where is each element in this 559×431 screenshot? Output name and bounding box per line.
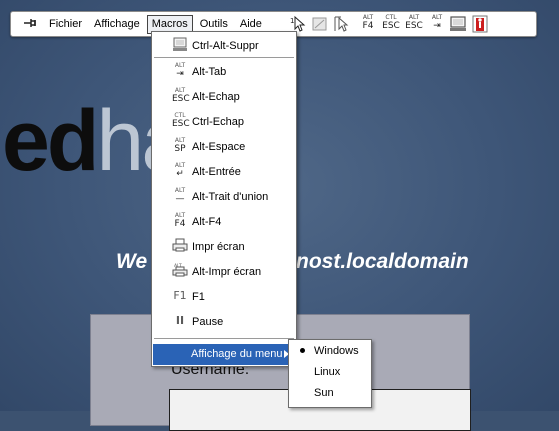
menu-item-alt-espace[interactable]: ALT SP Alt-Espace: [152, 135, 296, 157]
menu-item-f1[interactable]: F1 F1: [152, 285, 296, 307]
selected-dot-icon: [300, 348, 305, 353]
pointer-frame-icon[interactable]: [333, 14, 351, 34]
submenu-item-label: Windows: [314, 345, 359, 357]
key-bottom: —: [175, 194, 185, 204]
brand-bold: ed: [2, 93, 99, 189]
menu-item-alt-f4[interactable]: ALT F4 Alt-F4: [152, 210, 296, 232]
alt-tab-key-icon: ALT ⇥: [172, 62, 188, 80]
f1-key-icon: F1: [173, 289, 187, 302]
alt-esc-key-icon: ALT ESC: [172, 87, 190, 105]
alt-tab-top: ALT: [431, 14, 443, 21]
ctl-esc-key-icon: CTL ESC: [172, 112, 190, 130]
key-bottom: F4: [174, 219, 186, 229]
submenu-item-windows[interactable]: Windows: [289, 342, 371, 362]
macros-dropdown-menu: Ctrl-Alt-Suppr ALT ⇥ Alt-Tab ALT ESC Alt-E…: [151, 31, 297, 367]
menu-item-alt-entree[interactable]: ALT ↵ Alt-Entrée: [152, 160, 296, 182]
alt-esc-key-icon[interactable]: ALT ESC: [405, 14, 423, 34]
menu-style-submenu: Windows Linux Sun: [288, 339, 372, 408]
menu-item-label: Alt-Impr écran: [192, 266, 262, 278]
menu-item-label: Alt-Trait d'union: [192, 191, 269, 203]
menu-item-label: Alt-Entrée: [192, 166, 241, 178]
key-bottom: ⇥: [176, 69, 184, 79]
ctl-esc-bottom: ESC: [382, 21, 400, 31]
menu-item-alt-tab[interactable]: ALT ⇥ Alt-Tab: [152, 60, 296, 82]
svg-text:1: 1: [290, 17, 294, 25]
menu-item-label: Ctrl-Echap: [192, 116, 244, 128]
key-bottom: ESC: [172, 94, 190, 104]
key-bottom: ↵: [176, 169, 184, 179]
alt-f4-key-icon: ALT F4: [172, 212, 188, 230]
pause-icon: II: [175, 314, 185, 327]
key-top: ALT: [174, 87, 186, 94]
menu-separator: [154, 57, 294, 59]
key-top: CTL: [174, 112, 186, 119]
menu-affichage[interactable]: Affichage: [89, 15, 145, 34]
alt-esc-top: ALT: [408, 14, 420, 21]
submenu-item-sun[interactable]: Sun: [289, 384, 371, 404]
printer-alt-icon: ALT: [172, 262, 188, 280]
menu-item-label: Alt-Echap: [192, 91, 240, 103]
ctl-esc-key-icon[interactable]: CTL ESC: [382, 14, 400, 34]
printer-icon: [172, 237, 188, 255]
keyboard-icon: [172, 36, 188, 54]
menu-item-label: Alt-Espace: [192, 141, 246, 153]
scale-view-icon[interactable]: [311, 14, 329, 34]
menu-item-label: F1: [192, 291, 205, 303]
key-top: ALT: [174, 137, 186, 144]
menu-item-ctrl-echap[interactable]: CTL ESC Ctrl-Echap: [152, 110, 296, 132]
menu-fichier[interactable]: Fichier: [44, 15, 87, 34]
keyboard-icon[interactable]: [449, 14, 467, 34]
welcome-left: We: [116, 250, 148, 273]
alt-hyphen-key-icon: ALT —: [172, 187, 188, 205]
alt-f4-top: ALT: [362, 14, 374, 21]
submenu-item-label: Sun: [314, 387, 334, 399]
menu-item-pause[interactable]: II Pause: [152, 310, 296, 332]
key-top: ALT: [174, 162, 186, 169]
alt-esc-bottom: ESC: [405, 21, 423, 31]
menu-item-label: Alt-Tab: [192, 66, 227, 78]
ctl-esc-top: CTL: [385, 14, 397, 21]
menu-item-label: Alt-F4: [192, 216, 222, 228]
menu-item-label: Pause: [192, 316, 224, 328]
alt-enter-key-icon: ALT ↵: [172, 162, 188, 180]
menu-item-alt-echap[interactable]: ALT ESC Alt-Echap: [152, 85, 296, 107]
key-bottom: SP: [174, 144, 186, 154]
alt-space-key-icon: ALT SP: [172, 137, 188, 155]
menu-item-alt-impr-ecran[interactable]: ALT Alt-Impr écran: [152, 260, 296, 282]
key-top: ALT: [174, 212, 186, 219]
menu-item-impr-ecran[interactable]: Impr écran: [152, 235, 296, 257]
menu-item-ctrl-alt-suppr[interactable]: Ctrl-Alt-Suppr: [152, 35, 296, 57]
key-bottom: ESC: [172, 119, 190, 129]
menu-item-alt-trait-union[interactable]: ALT — Alt-Trait d'union: [152, 185, 296, 207]
key-top: ALT: [174, 62, 186, 69]
alt-f4-bottom: F4: [362, 21, 374, 31]
menu-item-label: Impr écran: [192, 241, 245, 253]
pin-icon[interactable]: [22, 15, 38, 31]
welcome-right: nost.localdomain: [296, 250, 469, 273]
menu-item-label: Affichage du menu: [191, 348, 283, 360]
alt-f4-key-icon[interactable]: ALT F4: [359, 14, 377, 34]
menu-item-label: Ctrl-Alt-Suppr: [192, 40, 259, 52]
alt-tab-bottom: ⇥: [433, 21, 441, 31]
menu-item-affichage-du-menu[interactable]: Affichage du menu: [153, 344, 295, 365]
submenu-item-label: Linux: [314, 366, 341, 378]
submenu-item-linux[interactable]: Linux: [289, 363, 371, 383]
user-exit-icon[interactable]: [471, 14, 489, 34]
alt-tab-key-icon[interactable]: ALT ⇥: [428, 14, 446, 34]
menu-separator: [154, 338, 294, 340]
key-top: ALT: [174, 187, 186, 194]
